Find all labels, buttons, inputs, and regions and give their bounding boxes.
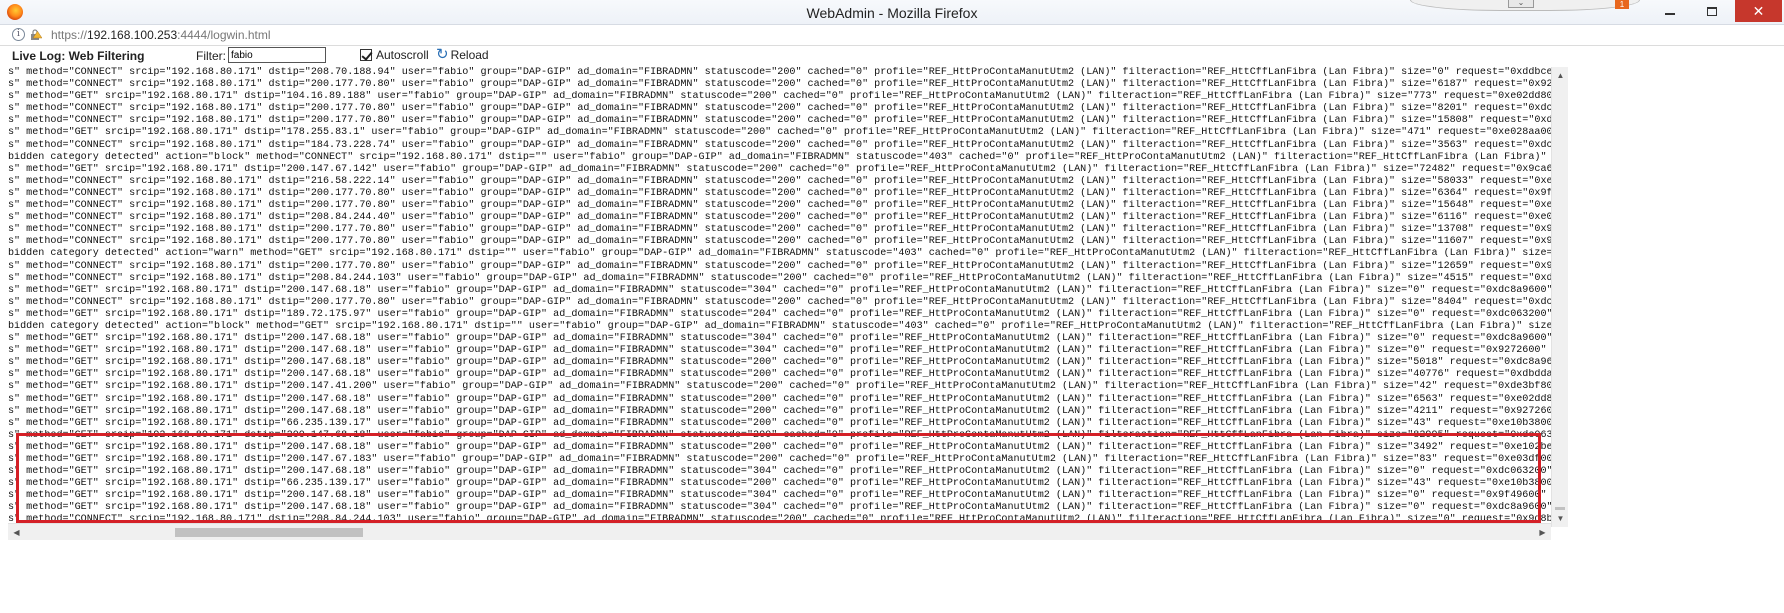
log-line: s" method="GET" srcip="192.168.80.171" d… [8, 308, 1551, 320]
reload-label: Reload [450, 47, 489, 62]
log-viewer[interactable]: s" method="CONNECT" srcip="192.168.80.17… [8, 67, 1551, 521]
minimize-icon [1665, 13, 1675, 15]
scroll-right-arrow-icon[interactable]: ▶ [1534, 524, 1551, 541]
log-line: bidden category detected" action="block"… [8, 151, 1551, 163]
log-line: s" method="GET" srcip="192.168.80.171" d… [8, 466, 1551, 478]
log-line: s" method="CONNECT" srcip="192.168.80.17… [8, 200, 1551, 212]
log-line: s" method="CONNECT" srcip="192.168.80.17… [8, 260, 1551, 272]
log-lines: s" method="CONNECT" srcip="192.168.80.17… [8, 67, 1551, 521]
log-line: s" method="GET" srcip="192.168.80.171" d… [8, 454, 1551, 465]
autoscroll-toggle[interactable]: Autoscroll [360, 48, 429, 62]
page-title: Live Log: Web Filtering [12, 49, 145, 63]
log-line: bidden category detected" action="block"… [8, 320, 1551, 332]
log-line: s" method="GET" srcip="192.168.80.171" d… [8, 357, 1551, 369]
log-line: s" method="GET" srcip="192.168.80.171" d… [8, 345, 1551, 357]
reload-button[interactable]: ↻ Reload [436, 47, 489, 62]
log-line: s" method="CONNECT" srcip="192.168.80.17… [8, 103, 1551, 115]
url-text[interactable]: https://192.168.100.253:4444/logwin.html [51, 28, 271, 42]
log-line: s" method="GET" srcip="192.168.80.171" d… [8, 478, 1551, 490]
filter-input[interactable] [228, 47, 326, 63]
window-titlebar: WebAdmin - Mozilla Firefox ⌄ 1 ✕ [0, 0, 1784, 25]
log-line: s" method="GET" srcip="192.168.80.171" d… [8, 417, 1551, 429]
maximize-icon [1707, 6, 1717, 16]
log-line: s" method="CONNECT" srcip="192.168.80.17… [8, 296, 1551, 308]
window-bottom-area [0, 541, 1784, 613]
filter-label: Filter: [196, 49, 226, 63]
autoscroll-label: Autoscroll [376, 48, 429, 62]
log-line: s" method="CONNECT" srcip="192.168.80.17… [8, 272, 1551, 284]
url-path: :4444/logwin.html [177, 28, 271, 42]
info-icon[interactable]: i [12, 28, 25, 41]
minimize-button[interactable] [1650, 0, 1690, 22]
log-line: bidden category detected" action="warn" … [8, 248, 1551, 260]
log-line: s" method="GET" srcip="192.168.80.171" d… [8, 502, 1551, 514]
log-line: s" method="GET" srcip="192.168.80.171" d… [8, 369, 1551, 381]
log-line: s" method="CONNECT" srcip="192.168.80.17… [8, 187, 1551, 199]
notification-badge[interactable]: 1 [1615, 0, 1629, 9]
log-line: s" method="GET" srcip="192.168.80.171" d… [8, 163, 1551, 175]
log-line: s" method="GET" srcip="192.168.80.171" d… [8, 381, 1551, 393]
log-line: s" method="CONNECT" srcip="192.168.80.17… [8, 115, 1551, 127]
log-line: s" method="CONNECT" srcip="192.168.80.17… [8, 139, 1551, 151]
log-line: s" method="GET" srcip="192.168.80.171" d… [8, 429, 1551, 441]
close-icon: ✕ [1752, 2, 1765, 19]
log-line: s" method="CONNECT" srcip="192.168.80.17… [8, 224, 1551, 236]
log-line: s" method="GET" srcip="192.168.80.171" d… [8, 393, 1551, 405]
horizontal-scrollbar[interactable]: ◀ ▶ [8, 523, 1551, 540]
log-line: s" method="GET" srcip="192.168.80.171" d… [8, 333, 1551, 345]
log-line: s" method="GET" srcip="192.168.80.171" d… [8, 441, 1551, 453]
scroll-up-arrow-icon[interactable]: ▲ [1552, 67, 1569, 84]
scroll-down-arrow-icon[interactable]: ▼ [1552, 510, 1569, 527]
log-line: s" method="CONNECT" srcip="192.168.80.17… [8, 212, 1551, 224]
log-line: s" method="GET" srcip="192.168.80.171" d… [8, 127, 1551, 139]
scroll-left-arrow-icon[interactable]: ◀ [8, 524, 25, 541]
url-prefix: https:// [51, 28, 88, 42]
log-line: s" method="CONNECT" srcip="192.168.80.17… [8, 236, 1551, 248]
chevron-down-icon[interactable]: ⌄ [1508, 0, 1534, 8]
url-bar[interactable]: i https://192.168.100.253:4444/logwin.ht… [0, 25, 1784, 46]
log-line: s" method="CONNECT" srcip="192.168.80.17… [8, 79, 1551, 91]
autoscroll-checkbox[interactable] [360, 49, 372, 61]
reload-icon: ↻ [436, 46, 449, 63]
url-host: 192.168.100.253 [87, 28, 178, 42]
log-line: s" method="GET" srcip="192.168.80.171" d… [8, 405, 1551, 417]
close-button[interactable]: ✕ [1735, 0, 1782, 22]
maximize-button[interactable] [1692, 0, 1732, 22]
vertical-scrollbar[interactable]: ▲ ▼ [1551, 67, 1568, 527]
log-line: s" method="CONNECT" srcip="192.168.80.17… [8, 175, 1551, 187]
log-line: s" method="CONNECT" srcip="192.168.80.17… [8, 514, 1551, 521]
log-toolbar: Live Log: Web Filtering Filter: Autoscro… [0, 46, 1784, 66]
log-line: s" method="CONNECT" srcip="192.168.80.17… [8, 67, 1551, 78]
insecure-lock-icon[interactable] [30, 29, 42, 41]
log-line: s" method="GET" srcip="192.168.80.171" d… [8, 91, 1551, 103]
log-line: s" method="GET" srcip="192.168.80.171" d… [8, 284, 1551, 296]
log-line: s" method="GET" srcip="192.168.80.171" d… [8, 490, 1551, 502]
horizontal-scroll-thumb[interactable] [175, 528, 363, 537]
